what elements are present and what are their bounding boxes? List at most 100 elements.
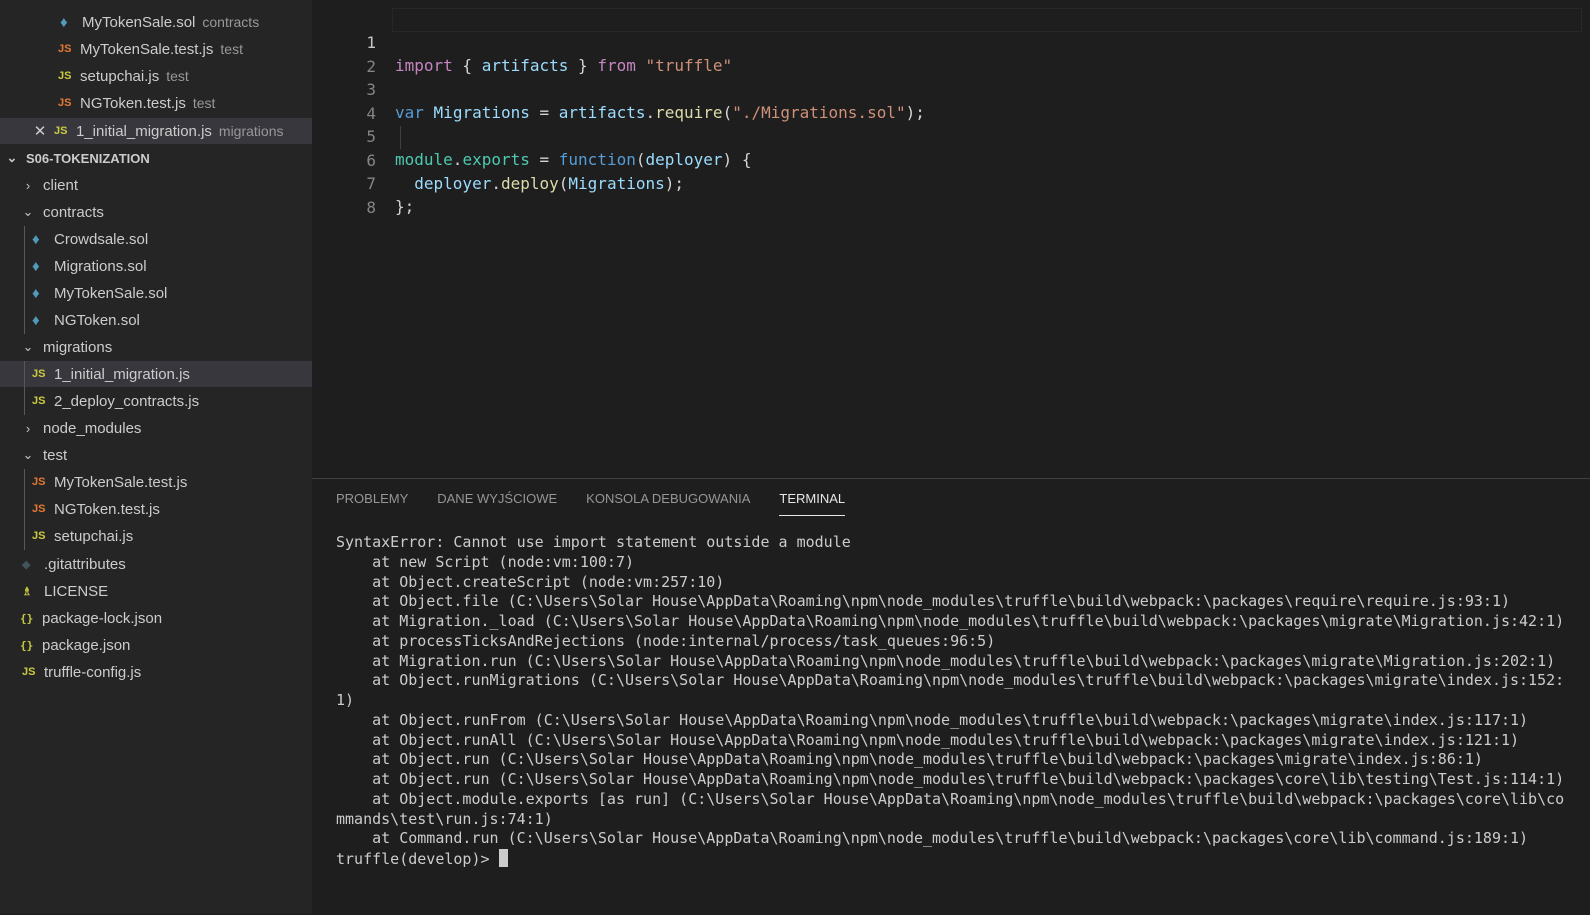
js-file-icon: JS bbox=[32, 395, 46, 407]
json-file-icon: {} bbox=[20, 611, 34, 625]
code-line[interactable]: 5 module.exports = function(deployer) { bbox=[312, 102, 1590, 169]
solidity-file-icon: ♦ bbox=[32, 257, 40, 275]
tab-debug-console[interactable]: KONSOLA DEBUGOWANIA bbox=[586, 489, 750, 515]
tree-label: NGToken.sol bbox=[54, 311, 140, 329]
open-editor-folder: contracts bbox=[202, 14, 260, 30]
project-title: S06-TOKENIZATION bbox=[26, 150, 150, 166]
tree-label: node_modules bbox=[43, 419, 142, 437]
open-editor-item-active[interactable]: ✕ JS 1_initial_migration.js migrations bbox=[0, 118, 312, 144]
open-editor-label: MyTokenSale.sol bbox=[82, 13, 196, 31]
tree-label: client bbox=[43, 176, 79, 194]
js-file-icon: JS bbox=[58, 97, 72, 109]
js-file-icon: JS bbox=[22, 666, 36, 678]
tree-label: package.json bbox=[42, 636, 131, 654]
tree-file[interactable]: ♦ Migrations.sol bbox=[0, 253, 312, 279]
git-file-icon: ◆ bbox=[22, 558, 31, 571]
terminal-prompt: truffle(develop)> bbox=[336, 850, 499, 868]
line-number: 8 bbox=[366, 198, 376, 217]
tree-file[interactable]: {} package.json bbox=[0, 632, 312, 658]
tree-file[interactable]: ♦ Crowdsale.sol bbox=[0, 226, 312, 252]
bottom-panel: PROBLEMY DANE WYJŚCIOWE KONSOLA DEBUGOWA… bbox=[312, 478, 1590, 915]
js-file-icon: JS bbox=[58, 43, 72, 55]
tree-file[interactable]: JS 2_deploy_contracts.js bbox=[0, 388, 312, 414]
code-line[interactable]: 6 deployer.deploy(Migrations); bbox=[312, 126, 1590, 193]
tree-indent-guide bbox=[24, 469, 25, 550]
tree-label: Migrations.sol bbox=[54, 257, 147, 275]
tree-label: setupchai.js bbox=[54, 527, 134, 545]
open-editor-label: MyTokenSale.test.js bbox=[80, 40, 214, 58]
terminal-output: SyntaxError: Cannot use import statement… bbox=[336, 533, 1565, 848]
tree-folder-client[interactable]: › client bbox=[0, 172, 312, 198]
tree-file[interactable]: ♗ LICENSE bbox=[0, 578, 312, 604]
chevron-down-icon: ⌄ bbox=[22, 204, 34, 219]
tree-indent-guide bbox=[24, 361, 25, 415]
chevron-down-icon: ⌄ bbox=[22, 447, 34, 462]
tree-folder-node-modules[interactable]: › node_modules bbox=[0, 415, 312, 441]
open-editor-item[interactable]: JS setupchai.js test bbox=[0, 63, 312, 89]
explorer-sidebar: ♦ MyTokenSale.sol contracts JS MyTokenSa… bbox=[0, 0, 312, 914]
tree-label: truffle-config.js bbox=[44, 663, 142, 681]
close-icon[interactable]: ✕ bbox=[32, 122, 48, 140]
tab-output[interactable]: DANE WYJŚCIOWE bbox=[437, 489, 557, 515]
tree-label: .gitattributes bbox=[44, 555, 126, 573]
panel-tabs: PROBLEMY DANE WYJŚCIOWE KONSOLA DEBUGOWA… bbox=[336, 489, 846, 517]
open-editor-label: 1_initial_migration.js bbox=[76, 122, 212, 140]
js-file-icon: JS bbox=[32, 530, 46, 542]
open-editor-folder: test bbox=[220, 41, 243, 57]
json-file-icon: {} bbox=[20, 638, 34, 652]
tree-label: LICENSE bbox=[44, 582, 109, 600]
tab-terminal[interactable]: TERMINAL bbox=[779, 489, 846, 516]
tree-label: test bbox=[43, 446, 68, 464]
tree-label: migrations bbox=[43, 338, 113, 356]
open-editor-folder: test bbox=[166, 68, 189, 84]
tree-label: Crowdsale.sol bbox=[54, 230, 149, 248]
open-editor-label: setupchai.js bbox=[80, 67, 160, 85]
open-editor-label: NGToken.test.js bbox=[80, 94, 186, 112]
code-line[interactable]: 7 }; bbox=[312, 149, 1590, 216]
chevron-right-icon: › bbox=[25, 177, 31, 193]
code-line[interactable]: 3 var Migrations = artifacts.require("./… bbox=[312, 55, 1590, 122]
tree-label: 2_deploy_contracts.js bbox=[54, 392, 200, 410]
open-editor-item[interactable]: ♦ MyTokenSale.sol contracts bbox=[0, 9, 312, 35]
tree-file[interactable]: JS truffle-config.js bbox=[0, 659, 312, 685]
terminal[interactable]: SyntaxError: Cannot use import statement… bbox=[336, 533, 1576, 870]
tree-file[interactable]: ♦ MyTokenSale.sol bbox=[0, 280, 312, 306]
js-file-icon: JS bbox=[32, 368, 46, 380]
tree-file[interactable]: ♦ NGToken.sol bbox=[0, 307, 312, 333]
tree-label: package-lock.json bbox=[42, 609, 163, 627]
chevron-right-icon: › bbox=[25, 420, 31, 436]
terminal-cursor bbox=[498, 849, 508, 867]
code-editor[interactable]: 1 import { artifacts } from "truffle" 2 … bbox=[312, 0, 1590, 478]
tab-problems[interactable]: PROBLEMY bbox=[336, 489, 408, 515]
tree-file[interactable]: {} package-lock.json bbox=[0, 605, 312, 631]
tree-file[interactable]: JS NGToken.test.js bbox=[0, 496, 312, 522]
tree-file[interactable]: ◆ .gitattributes bbox=[0, 551, 312, 577]
tree-file[interactable]: JS setupchai.js bbox=[0, 523, 312, 549]
tree-label: MyTokenSale.test.js bbox=[54, 473, 188, 491]
solidity-file-icon: ♦ bbox=[32, 311, 40, 329]
project-section-header[interactable]: ⌄ S06-TOKENIZATION bbox=[0, 145, 312, 171]
code-line[interactable]: 4 bbox=[312, 79, 1590, 123]
code-line[interactable]: 2 bbox=[312, 32, 1590, 76]
code-line[interactable]: 8 bbox=[312, 173, 1590, 217]
js-file-icon: JS bbox=[54, 125, 68, 137]
tree-file[interactable]: JS MyTokenSale.test.js bbox=[0, 469, 312, 495]
code-line[interactable]: 1 import { artifacts } from "truffle" bbox=[312, 8, 1590, 75]
solidity-file-icon: ♦ bbox=[32, 230, 40, 248]
tree-label: MyTokenSale.sol bbox=[54, 284, 168, 302]
solidity-file-icon: ♦ bbox=[60, 13, 68, 31]
js-file-icon: JS bbox=[32, 476, 46, 488]
tree-label: contracts bbox=[43, 203, 104, 221]
open-editor-item[interactable]: JS MyTokenSale.test.js test bbox=[0, 36, 312, 62]
chevron-down-icon: ⌄ bbox=[22, 339, 34, 354]
tree-folder-migrations[interactable]: ⌄ migrations bbox=[0, 334, 312, 360]
open-editor-folder: migrations bbox=[218, 123, 284, 139]
js-file-icon: JS bbox=[32, 503, 46, 515]
tree-label: 1_initial_migration.js bbox=[54, 365, 190, 383]
tree-folder-contracts[interactable]: ⌄ contracts bbox=[0, 199, 312, 225]
tree-indent-guide bbox=[24, 226, 25, 334]
tree-folder-test[interactable]: ⌄ test bbox=[0, 442, 312, 468]
open-editor-item[interactable]: JS NGToken.test.js test bbox=[0, 90, 312, 116]
tree-file-selected[interactable]: JS 1_initial_migration.js bbox=[0, 361, 312, 387]
open-editor-folder: test bbox=[192, 95, 216, 111]
